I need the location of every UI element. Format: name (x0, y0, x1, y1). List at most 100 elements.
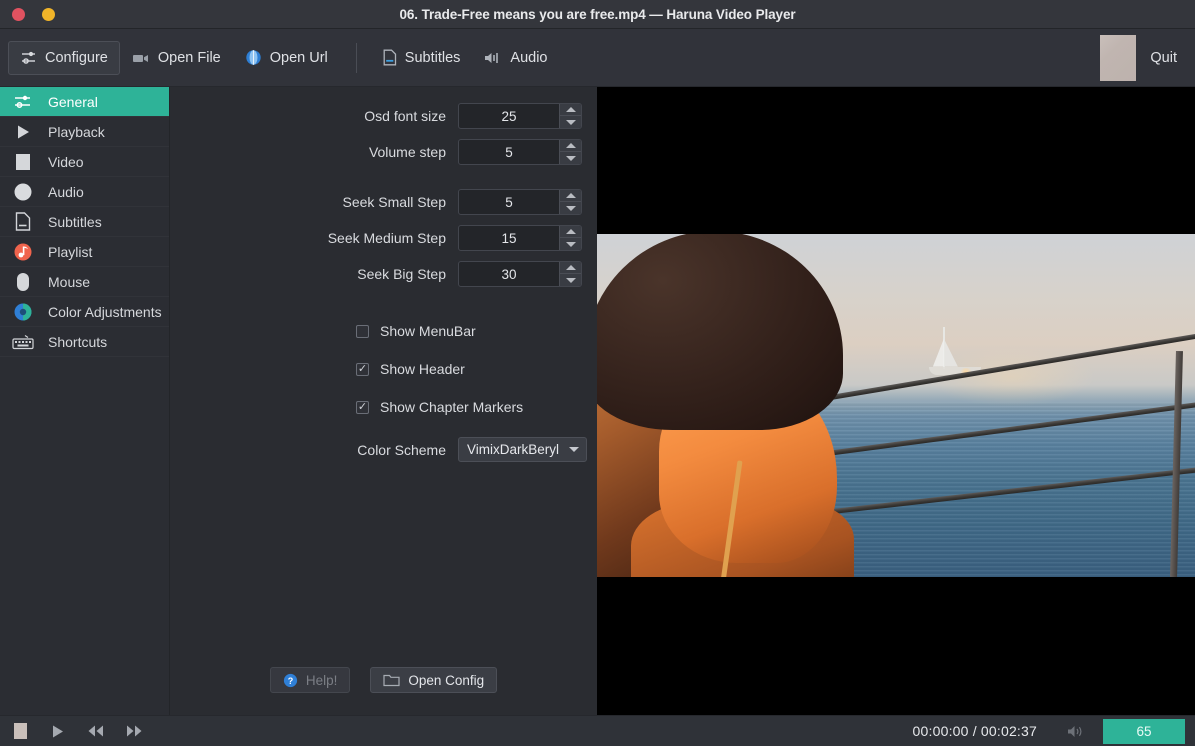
color-scheme-dropdown[interactable]: VimixDarkBeryl (458, 437, 588, 462)
stepper-up-button[interactable] (560, 262, 581, 274)
play-button[interactable] (44, 719, 72, 744)
seek-big-step-row: Seek Big Step 30 (170, 261, 597, 287)
title-bar: 06. Trade-Free means you are free.mp4 — … (0, 0, 1195, 29)
fast-forward-icon (125, 724, 143, 738)
chevron-up-icon (565, 193, 576, 198)
show-chapter-markers-label: Show Chapter Markers (380, 399, 524, 415)
sidebar-item-playlist[interactable]: Playlist (0, 237, 169, 267)
stepper-down-button[interactable] (560, 116, 581, 128)
speaker-icon (1067, 724, 1084, 739)
close-button-icon[interactable] (12, 7, 25, 21)
chevron-up-icon (565, 265, 576, 270)
sliders-icon (20, 49, 37, 66)
settings-action-buttons: ? Help! Open Config (170, 667, 597, 693)
quit-area[interactable]: Quit (1100, 34, 1185, 81)
color-scheme-row: Color Scheme VimixDarkBeryl (170, 437, 597, 462)
form-gap (170, 175, 597, 189)
open-url-button[interactable]: Open Url (233, 41, 340, 75)
stepper-down-button[interactable] (560, 152, 581, 164)
person-silhouette (597, 234, 860, 577)
sliders-icon (10, 90, 36, 114)
volume-step-value[interactable]: 5 (459, 140, 559, 164)
configure-button[interactable]: Configure (8, 40, 120, 75)
open-config-label: Open Config (408, 672, 485, 688)
osd-font-size-stepper[interactable] (559, 104, 581, 128)
show-header-row[interactable]: ✓ Show Header (170, 361, 597, 377)
seek-big-step-label: Seek Big Step (357, 266, 446, 282)
boat-sail-rear (944, 340, 958, 367)
open-file-button[interactable]: Open File (120, 41, 233, 75)
stop-button[interactable] (6, 719, 34, 744)
document-icon (10, 210, 36, 234)
document-icon (383, 49, 397, 66)
seek-big-step-value[interactable]: 30 (459, 262, 559, 286)
volume-slider[interactable]: 65 (1103, 718, 1185, 744)
sidebar-item-shortcuts[interactable]: Shortcuts (0, 327, 169, 357)
video-surface[interactable] (597, 87, 1195, 715)
stepper-down-button[interactable] (560, 202, 581, 214)
subtitles-button[interactable]: Subtitles (371, 41, 473, 75)
sidebar-item-mouse[interactable]: Mouse (0, 267, 169, 297)
minimize-button-icon[interactable] (42, 7, 55, 21)
playback-controls (6, 719, 148, 744)
help-label: Help! (305, 672, 338, 688)
audio-icon (10, 180, 36, 204)
volume-step-spinbox[interactable]: 5 (458, 139, 582, 165)
stepper-up-button[interactable] (560, 140, 581, 152)
stepper-up-button[interactable] (560, 190, 581, 202)
sidebar-item-general[interactable]: General (0, 87, 169, 117)
show-menubar-label: Show MenuBar (380, 323, 476, 339)
volume-value: 65 (1136, 723, 1152, 739)
osd-font-size-label: Osd font size (364, 108, 446, 124)
show-menubar-checkbox[interactable] (356, 324, 369, 338)
stepper-up-button[interactable] (560, 226, 581, 238)
sidebar-item-label: Mouse (48, 273, 91, 290)
sidebar-item-audio[interactable]: Audio (0, 177, 169, 207)
osd-font-size-value[interactable]: 25 (459, 104, 559, 128)
rewind-button[interactable] (82, 719, 110, 744)
seek-medium-step-value[interactable]: 15 (459, 226, 559, 250)
show-menubar-row[interactable]: Show MenuBar (170, 323, 597, 339)
stepper-down-button[interactable] (560, 274, 581, 286)
seek-big-step-stepper[interactable] (559, 262, 581, 286)
sidebar-item-playback[interactable]: Playback (0, 117, 169, 147)
seek-medium-step-label: Seek Medium Step (327, 230, 446, 246)
seek-medium-step-stepper[interactable] (559, 226, 581, 250)
help-button[interactable]: ? Help! (269, 667, 351, 693)
video-frame (597, 234, 1195, 577)
show-chapter-markers-row[interactable]: ✓ Show Chapter Markers (170, 399, 597, 415)
show-chapter-markers-checkbox[interactable]: ✓ (356, 400, 369, 414)
stepper-up-button[interactable] (560, 104, 581, 116)
settings-sidebar: General Playback Video Audio Subtitles P… (0, 87, 170, 715)
sidebar-item-color-adjustments[interactable]: Color Adjustments (0, 297, 169, 327)
seek-big-step-spinbox[interactable]: 30 (458, 261, 582, 287)
seek-medium-step-spinbox[interactable]: 15 (458, 225, 582, 251)
chevron-up-icon (565, 229, 576, 234)
forward-button[interactable] (120, 719, 148, 744)
sidebar-item-label: Playlist (48, 243, 93, 260)
seek-small-step-value[interactable]: 5 (459, 190, 559, 214)
stepper-down-button[interactable] (560, 238, 581, 250)
sidebar-item-label: General (48, 93, 98, 110)
chevron-up-icon (565, 107, 576, 112)
quit-label: Quit (1150, 49, 1177, 66)
seek-medium-step-row: Seek Medium Step 15 (170, 225, 597, 251)
audio-button[interactable]: Audio (472, 41, 559, 75)
form-gap (170, 297, 597, 323)
osd-font-size-spinbox[interactable]: 25 (458, 103, 582, 129)
person-beanie (597, 234, 843, 430)
volume-step-stepper[interactable] (559, 140, 581, 164)
sidebar-item-video[interactable]: Video (0, 147, 169, 177)
open-config-button[interactable]: Open Config (370, 667, 498, 693)
sidebar-item-label: Color Adjustments (48, 303, 162, 320)
show-header-checkbox[interactable]: ✓ (356, 362, 369, 376)
general-settings-pane: Osd font size 25 Volume step 5 Seek Smal… (170, 87, 597, 715)
color-wheel-icon (10, 300, 36, 324)
mouse-icon (10, 270, 36, 294)
configure-label: Configure (45, 49, 108, 66)
play-icon (51, 724, 65, 739)
seek-small-step-spinbox[interactable]: 5 (458, 189, 582, 215)
seek-small-step-stepper[interactable] (559, 190, 581, 214)
mute-button[interactable] (1061, 719, 1089, 744)
sidebar-item-subtitles[interactable]: Subtitles (0, 207, 169, 237)
